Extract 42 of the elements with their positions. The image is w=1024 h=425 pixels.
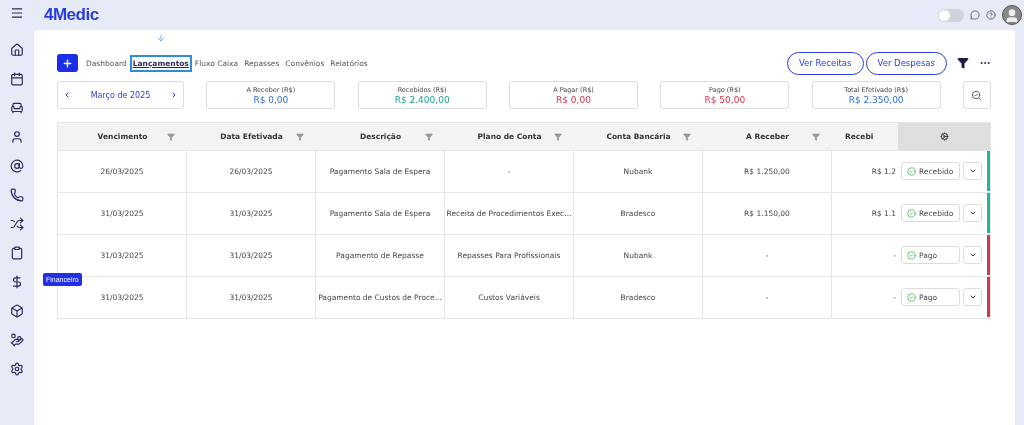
caret-icon [968, 251, 977, 259]
summary-value: R$ 2.400,00 [394, 94, 450, 105]
chat-icon[interactable] [970, 10, 980, 20]
summary-value: R$ 0,00 [253, 94, 289, 105]
phone-icon[interactable] [10, 188, 24, 202]
check-circle-icon [907, 166, 916, 176]
settings-icon[interactable] [10, 362, 24, 376]
chevron-right-icon[interactable] [170, 91, 178, 99]
summary-value: R$ 50,00 [704, 94, 746, 105]
caret-icon [968, 293, 977, 301]
at-sign-icon[interactable] [10, 159, 24, 173]
chevron-left-icon[interactable] [63, 91, 71, 99]
search-button[interactable] [962, 81, 991, 109]
filter-icon[interactable] [957, 57, 969, 69]
add-button[interactable] [57, 54, 78, 72]
armchair-icon[interactable] [10, 101, 24, 115]
user-icon[interactable] [10, 130, 24, 144]
shuffle-icon[interactable] [10, 217, 24, 231]
theme-toggle[interactable] [938, 8, 964, 22]
caret-icon [968, 167, 977, 175]
menu-icon[interactable] [10, 6, 24, 20]
avatar[interactable] [1002, 5, 1022, 25]
check-circle-icon [907, 250, 916, 260]
caret-icon [968, 209, 977, 217]
month-label: Março de 2025 [90, 90, 151, 100]
settings-icon [939, 132, 949, 141]
search-icon [971, 89, 983, 101]
calendar-icon[interactable] [10, 72, 24, 86]
check-circle-icon [907, 208, 916, 218]
plus-icon [62, 57, 73, 69]
outline-button[interactable]: Ver Receitas [786, 51, 864, 75]
summary-value: R$ 2.350,00 [848, 94, 904, 105]
help-icon[interactable] [986, 10, 996, 20]
logo: 4Medic [44, 5, 99, 25]
box-icon[interactable] [10, 304, 24, 318]
month-selector[interactable]: Março de 2025 [57, 81, 184, 109]
outline-button[interactable]: Ver Despesas [865, 51, 947, 75]
summary-value: R$ 0,00 [556, 94, 591, 105]
hand-coins-icon[interactable] [10, 333, 24, 347]
home-icon[interactable] [10, 43, 24, 57]
clipboard-icon[interactable] [10, 246, 24, 260]
check-circle-icon [907, 292, 916, 302]
